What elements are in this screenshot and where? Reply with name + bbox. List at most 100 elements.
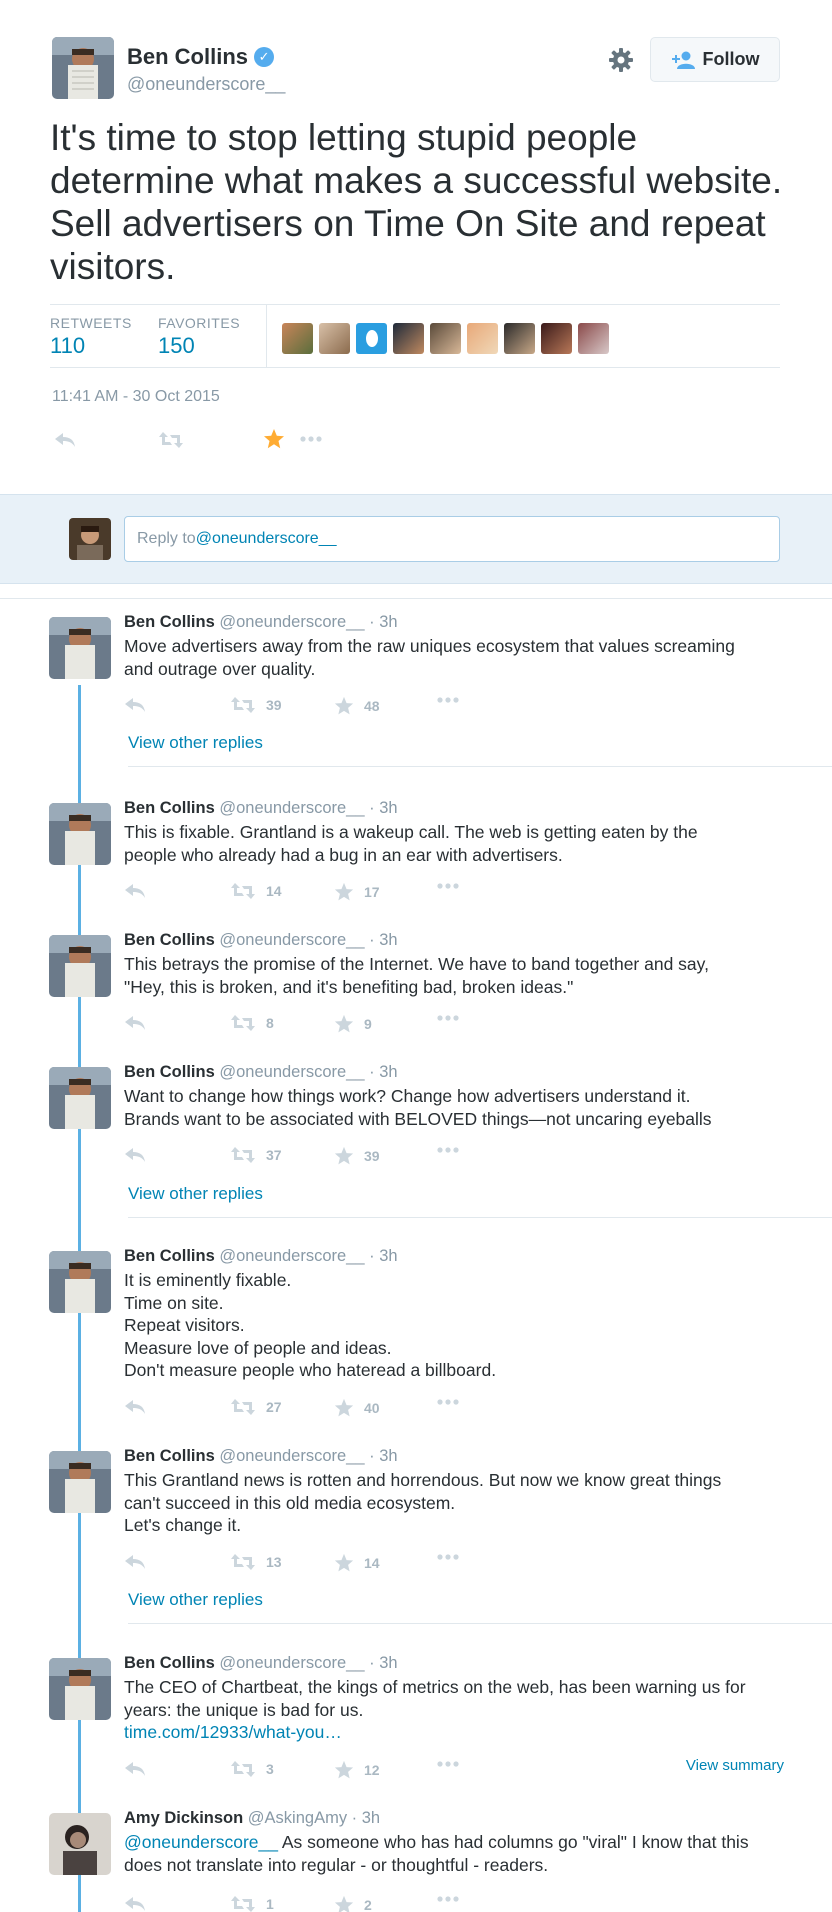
- retweet-button[interactable]: 1: [230, 1895, 274, 1912]
- reply-author-name[interactable]: Ben Collins: [124, 1447, 215, 1465]
- author-handle[interactable]: @oneunderscore__: [127, 74, 285, 95]
- favoriter-avatar[interactable]: [504, 323, 535, 354]
- view-other-replies-link[interactable]: View other replies: [128, 733, 263, 753]
- more-icon[interactable]: [437, 1014, 459, 1022]
- reply-icon[interactable]: [124, 1760, 146, 1778]
- retweet-button[interactable]: 39: [230, 696, 282, 714]
- favorites-stat[interactable]: FAVORITES 150: [158, 315, 240, 359]
- more-icon[interactable]: [437, 882, 459, 890]
- reply-time[interactable]: · 3h: [369, 931, 397, 949]
- favoriter-avatar[interactable]: [282, 323, 313, 354]
- follow-button[interactable]: Follow: [650, 37, 780, 82]
- reply-author-name[interactable]: Ben Collins: [124, 613, 215, 631]
- reply-icon[interactable]: [124, 1146, 146, 1164]
- reply-author-name[interactable]: Ben Collins: [124, 799, 215, 817]
- author-name[interactable]: Ben Collins ✓: [127, 44, 275, 70]
- reply-author-handle[interactable]: @oneunderscore__: [219, 1654, 364, 1672]
- favoriter-avatar[interactable]: [578, 323, 609, 354]
- tweet-actions: [52, 425, 452, 455]
- author-avatar[interactable]: [52, 37, 114, 99]
- favorite-button[interactable]: 48: [334, 696, 380, 716]
- reply-time[interactable]: · 3h: [352, 1809, 380, 1827]
- reply-icon[interactable]: [124, 882, 146, 900]
- reply-author-name[interactable]: Ben Collins: [124, 1063, 215, 1081]
- reply-header: Ben Collins @oneunderscore__ · 3h: [124, 931, 398, 950]
- reply-author-handle[interactable]: @oneunderscore__: [219, 1247, 364, 1265]
- reply-time[interactable]: · 3h: [369, 799, 397, 817]
- reply-time[interactable]: · 3h: [369, 613, 397, 631]
- retweets-count[interactable]: 110: [50, 333, 132, 359]
- favorite-button[interactable]: 40: [334, 1398, 380, 1418]
- reply-author-name[interactable]: Amy Dickinson: [124, 1809, 243, 1827]
- reply-icon[interactable]: [54, 431, 76, 449]
- favorite-button[interactable]: 39: [334, 1146, 380, 1166]
- retweet-icon[interactable]: [158, 431, 184, 449]
- favoriter-avatar[interactable]: [467, 323, 498, 354]
- reply-author-avatar[interactable]: [49, 617, 111, 679]
- more-icon[interactable]: [437, 696, 459, 704]
- retweet-button[interactable]: 3: [230, 1760, 274, 1778]
- favoriter-avatar[interactable]: [541, 323, 572, 354]
- retweet-button[interactable]: 13: [230, 1553, 282, 1571]
- favorite-button[interactable]: 12: [334, 1760, 380, 1780]
- reply-author-handle[interactable]: @AskingAmy: [248, 1809, 347, 1827]
- reply-actions: 37 39: [124, 1146, 624, 1170]
- favoriter-avatar[interactable]: [356, 323, 387, 354]
- reply-author-handle[interactable]: @oneunderscore__: [219, 1447, 364, 1465]
- reply-icon[interactable]: [124, 1014, 146, 1032]
- favorite-button[interactable]: 2: [334, 1895, 372, 1912]
- reply-author-name[interactable]: Ben Collins: [124, 1654, 215, 1672]
- reply-author-avatar[interactable]: [49, 1251, 111, 1313]
- favoriter-avatar[interactable]: [393, 323, 424, 354]
- reply-icon[interactable]: [124, 1553, 146, 1571]
- more-icon[interactable]: [437, 1760, 459, 1768]
- reply-icon[interactable]: [124, 696, 146, 714]
- reply-author-name[interactable]: Ben Collins: [124, 931, 215, 949]
- retweet-button[interactable]: 27: [230, 1398, 282, 1416]
- retweet-button[interactable]: 8: [230, 1014, 274, 1032]
- reply-author-avatar[interactable]: [49, 1451, 111, 1513]
- reply-line: Measure love of people and ideas.: [124, 1337, 392, 1358]
- reply-author-name[interactable]: Ben Collins: [124, 1247, 215, 1265]
- reply-time[interactable]: · 3h: [369, 1447, 397, 1465]
- favorite-button[interactable]: 9: [334, 1014, 372, 1034]
- reply-author-avatar[interactable]: [49, 1813, 111, 1875]
- more-icon[interactable]: [437, 1398, 459, 1406]
- view-other-replies-link[interactable]: View other replies: [128, 1184, 263, 1204]
- reply-author-avatar[interactable]: [49, 1067, 111, 1129]
- author-name-text[interactable]: Ben Collins: [127, 44, 248, 70]
- favorite-button[interactable]: 14: [334, 1553, 380, 1573]
- reply-author-handle[interactable]: @oneunderscore__: [219, 931, 364, 949]
- favoriter-avatar[interactable]: [319, 323, 350, 354]
- favorite-count: 9: [364, 1016, 372, 1032]
- tweet-timestamp[interactable]: 11:41 AM - 30 Oct 2015: [52, 388, 220, 406]
- view-other-replies-link[interactable]: View other replies: [128, 1590, 263, 1610]
- reply-author-avatar[interactable]: [49, 803, 111, 865]
- more-icon[interactable]: [300, 435, 322, 443]
- retweet-button[interactable]: 14: [230, 882, 282, 900]
- gear-icon[interactable]: [607, 46, 635, 74]
- reply-icon[interactable]: [124, 1398, 146, 1416]
- view-summary-link[interactable]: View summary: [686, 1757, 784, 1774]
- reply-author-handle[interactable]: @oneunderscore__: [219, 799, 364, 817]
- reply-mention[interactable]: @oneunderscore__: [124, 1832, 278, 1852]
- retweet-button[interactable]: 37: [230, 1146, 282, 1164]
- more-icon[interactable]: [437, 1895, 459, 1903]
- more-icon[interactable]: [437, 1553, 459, 1561]
- reply-time[interactable]: · 3h: [369, 1063, 397, 1081]
- reply-author-avatar[interactable]: [49, 935, 111, 997]
- reply-author-avatar[interactable]: [49, 1658, 111, 1720]
- reply-time[interactable]: · 3h: [369, 1654, 397, 1672]
- favorite-star-icon[interactable]: [263, 428, 285, 450]
- favorites-count[interactable]: 150: [158, 333, 240, 359]
- favoriter-avatar[interactable]: [430, 323, 461, 354]
- reply-author-handle[interactable]: @oneunderscore__: [219, 613, 364, 631]
- reply-link[interactable]: time.com/12933/what-you…: [124, 1721, 784, 1744]
- reply-time[interactable]: · 3h: [369, 1247, 397, 1265]
- reply-author-handle[interactable]: @oneunderscore__: [219, 1063, 364, 1081]
- reply-icon[interactable]: [124, 1895, 146, 1912]
- reply-input[interactable]: Reply to @oneunderscore__: [124, 516, 780, 562]
- more-icon[interactable]: [437, 1146, 459, 1154]
- favorite-button[interactable]: 17: [334, 882, 380, 902]
- retweets-stat[interactable]: RETWEETS 110: [50, 315, 132, 359]
